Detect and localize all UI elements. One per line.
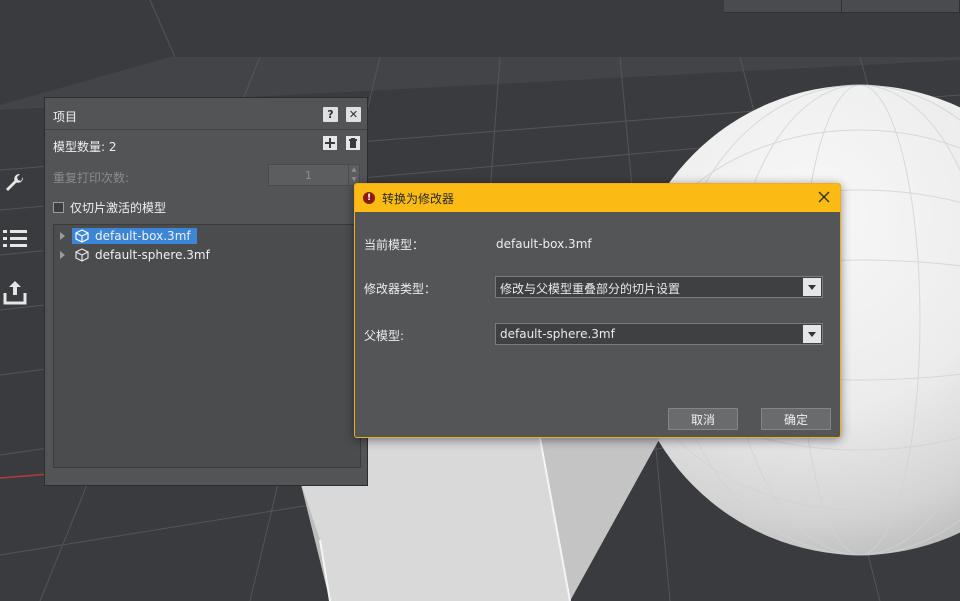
list-icon[interactable] (1, 222, 29, 254)
slice-active-only-label: 仅切片激活的模型 (70, 201, 167, 215)
add-model-button[interactable] (322, 135, 338, 151)
repeat-print-spinbox[interactable]: 1 ▲ ▼ (268, 164, 360, 186)
toolbar-segment[interactable] (724, 0, 842, 12)
spin-up-icon[interactable]: ▲ (349, 165, 359, 175)
wrench-icon[interactable] (1, 168, 29, 200)
tree-item-sphere[interactable]: default-sphere.3mf (60, 246, 216, 264)
parent-model-label: 父模型: (364, 329, 405, 343)
modifier-type-label: 修改器类型： (364, 282, 437, 296)
model-count: 模型数量: 2 (53, 140, 117, 154)
help-button[interactable]: ? (323, 107, 338, 122)
cancel-button[interactable]: 取消 (668, 408, 738, 430)
trash-icon (346, 136, 360, 150)
parent-model-value: default-sphere.3mf (500, 327, 615, 341)
convert-modifier-dialog: ! 转换为修改器 当前模型： default-box.3mf 修改器类型： 修改… (354, 183, 841, 438)
toolbar-segment[interactable] (842, 0, 960, 12)
tree-item-box[interactable]: default-box.3mf (60, 227, 197, 245)
tree-item-label: default-box.3mf (95, 229, 191, 243)
dialog-header: ! 转换为修改器 (355, 184, 840, 212)
repeat-print-value: 1 (305, 169, 312, 182)
objects-panel: 项目 ? ✕ 模型数量: 2 重复打印次数: 1 ▲ ▼ 仅切片激活的模型 de… (44, 97, 368, 486)
expand-arrow-icon[interactable] (60, 232, 65, 240)
panel-title: 项目 (53, 110, 78, 124)
tree-item-unselected[interactable]: default-sphere.3mf (72, 247, 216, 263)
model-tree: default-box.3mf default-sphere.3mf (53, 224, 361, 468)
repeat-print-label: 重复打印次数: (53, 171, 130, 185)
plus-icon (323, 136, 337, 150)
expand-arrow-icon[interactable] (60, 251, 65, 259)
left-tool-strip (0, 168, 30, 330)
close-icon (818, 191, 830, 203)
warning-icon: ! (363, 192, 375, 204)
modifier-type-select[interactable]: 修改与父模型重叠部分的切片设置 (495, 276, 823, 298)
spin-arrows[interactable]: ▲ ▼ (348, 165, 359, 185)
current-model-label: 当前模型： (364, 238, 425, 252)
tree-item-label: default-sphere.3mf (95, 248, 210, 262)
parent-model-select[interactable]: default-sphere.3mf (495, 323, 823, 345)
delete-model-button[interactable] (345, 135, 361, 151)
modifier-type-value: 修改与父模型重叠部分的切片设置 (500, 282, 681, 296)
slice-active-only-row[interactable]: 仅切片激活的模型 (53, 199, 166, 216)
current-model-value: default-box.3mf (496, 237, 592, 251)
ok-button[interactable]: 确定 (761, 408, 831, 430)
cube-icon (75, 229, 89, 243)
cube-icon (75, 248, 89, 262)
chevron-down-icon[interactable] (803, 325, 821, 343)
divider (45, 129, 367, 130)
viewport-3d[interactable]: 项目 ? ✕ 模型数量: 2 重复打印次数: 1 ▲ ▼ 仅切片激活的模型 de… (0, 0, 960, 601)
dialog-close-button[interactable] (816, 189, 832, 205)
panel-close-button[interactable]: ✕ (346, 107, 361, 122)
dialog-title: 转换为修改器 (382, 192, 455, 206)
slice-active-only-checkbox[interactable] (53, 202, 64, 213)
chevron-down-icon[interactable] (803, 278, 821, 296)
export-icon[interactable] (1, 276, 29, 308)
tree-item-selected[interactable]: default-box.3mf (72, 228, 197, 244)
top-toolbar (724, 0, 960, 13)
